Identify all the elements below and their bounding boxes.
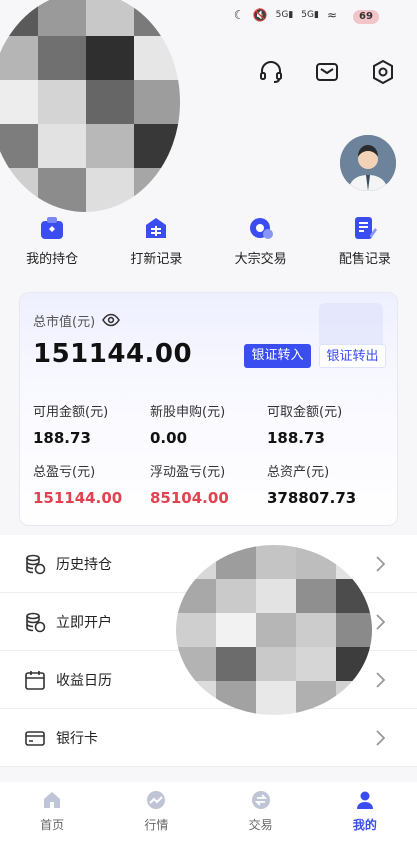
signal-icon: 5G▮ (275, 10, 294, 20)
quick-item-ipo-record[interactable]: 打新记录 (104, 215, 208, 275)
portfolio-icon (39, 215, 65, 241)
home-icon (44, 792, 61, 808)
profile-icon (356, 791, 373, 809)
metric-label: 浮动盈亏(元) (150, 465, 226, 480)
metric-value: 85104.00 (150, 489, 229, 507)
metric-label: 可取金额(元) (267, 405, 343, 420)
bank-card-icon (24, 727, 46, 749)
battery-indicator: 69 (353, 10, 379, 24)
pixelated-redaction (176, 545, 372, 715)
headset-icon[interactable] (257, 58, 285, 86)
settings-icon[interactable] (369, 58, 397, 86)
list-item-label: 历史持仓 (56, 556, 112, 573)
mute-icon: 🔇 (252, 8, 268, 22)
signal-icon-2: 5G▮ (301, 10, 319, 20)
history-coins-icon (24, 553, 46, 575)
tab-profile[interactable]: 我的 (313, 782, 417, 854)
metric-value: 378807.73 (267, 489, 357, 507)
ipo-record-icon (143, 215, 169, 241)
trade-icon (251, 791, 270, 809)
open-account-icon (24, 611, 46, 633)
quick-item-label: 大宗交易 (234, 252, 287, 267)
list-item-label: 收益日历 (56, 672, 112, 689)
metric-label: 新股申购(元) (150, 405, 226, 420)
transfer-out-button[interactable]: 银证转出 (319, 344, 386, 368)
tab-label: 交易 (248, 818, 273, 832)
bottom-tab-bar: 首页 行情 交易 我的 (0, 782, 417, 854)
tab-label: 行情 (144, 818, 169, 832)
metric-total-pnl: 总盈亏(元) 151144.00 (33, 461, 122, 507)
tab-label: 我的 (352, 818, 377, 832)
metric-label: 总盈亏(元) (33, 465, 96, 480)
quick-menu: 我的持仓 打新记录 大宗交易 配售记录 (0, 215, 417, 275)
transfer-in-button[interactable]: 银证转入 (244, 344, 311, 368)
total-market-value: 151144.00 (33, 339, 193, 369)
chevron-right-icon (376, 672, 386, 692)
quick-item-allotment-record[interactable]: 配售记录 (313, 215, 417, 275)
metric-value: 0.00 (150, 429, 188, 447)
quick-item-label: 我的持仓 (26, 252, 79, 267)
allotment-record-icon (352, 215, 378, 241)
profile-avatar[interactable] (340, 135, 396, 191)
quick-item-label: 配售记录 (338, 252, 391, 267)
eye-icon[interactable] (102, 312, 120, 331)
card-decoration (319, 303, 383, 347)
metric-withdrawable-amount: 可取金额(元) 188.73 (267, 401, 342, 447)
block-trade-icon (248, 215, 274, 241)
chevron-right-icon (376, 614, 386, 634)
tab-home[interactable]: 首页 (0, 782, 104, 854)
tab-label: 首页 (40, 818, 65, 832)
header-actions (257, 58, 397, 86)
tab-trade[interactable]: 交易 (209, 782, 313, 854)
wifi-icon: ≈ (326, 8, 337, 22)
metric-floating-pnl: 浮动盈亏(元) 85104.00 (150, 461, 229, 507)
metric-label: 总资产(元) (267, 465, 330, 480)
quick-item-label: 打新记录 (130, 252, 183, 267)
chevron-right-icon (376, 730, 386, 750)
mail-icon[interactable] (313, 58, 341, 86)
metric-available-amount: 可用金额(元) 188.73 (33, 401, 108, 447)
list-item-label: 立即开户 (56, 614, 112, 631)
status-icons: ☾ 🔇 5G▮ 5G▮ ≈ (234, 8, 337, 22)
quick-item-portfolio[interactable]: 我的持仓 (0, 215, 104, 275)
pixelated-avatar-image (0, 0, 180, 212)
tab-market[interactable]: 行情 (104, 782, 208, 854)
metric-ipo-subscription: 新股申购(元) 0.00 (150, 401, 225, 447)
metric-value: 151144.00 (33, 489, 123, 507)
total-market-value-label: 总市值(元) (33, 315, 96, 330)
metric-value: 188.73 (267, 429, 325, 447)
market-icon (147, 791, 166, 809)
quick-item-block-trade[interactable]: 大宗交易 (209, 215, 313, 275)
moon-icon: ☾ (233, 8, 245, 22)
metric-total-assets: 总资产(元) 378807.73 (267, 461, 356, 507)
list-item-bank-card[interactable]: 银行卡 (0, 709, 417, 767)
calendar-icon (24, 669, 46, 691)
asset-summary-card: 总市值(元) 151144.00 银证转入 银证转出 可用金额(元) 188.7… (19, 292, 398, 526)
chevron-right-icon (376, 556, 386, 576)
list-item-label: 银行卡 (56, 730, 98, 747)
metric-value: 188.73 (33, 429, 91, 447)
metric-label: 可用金额(元) (33, 405, 109, 420)
